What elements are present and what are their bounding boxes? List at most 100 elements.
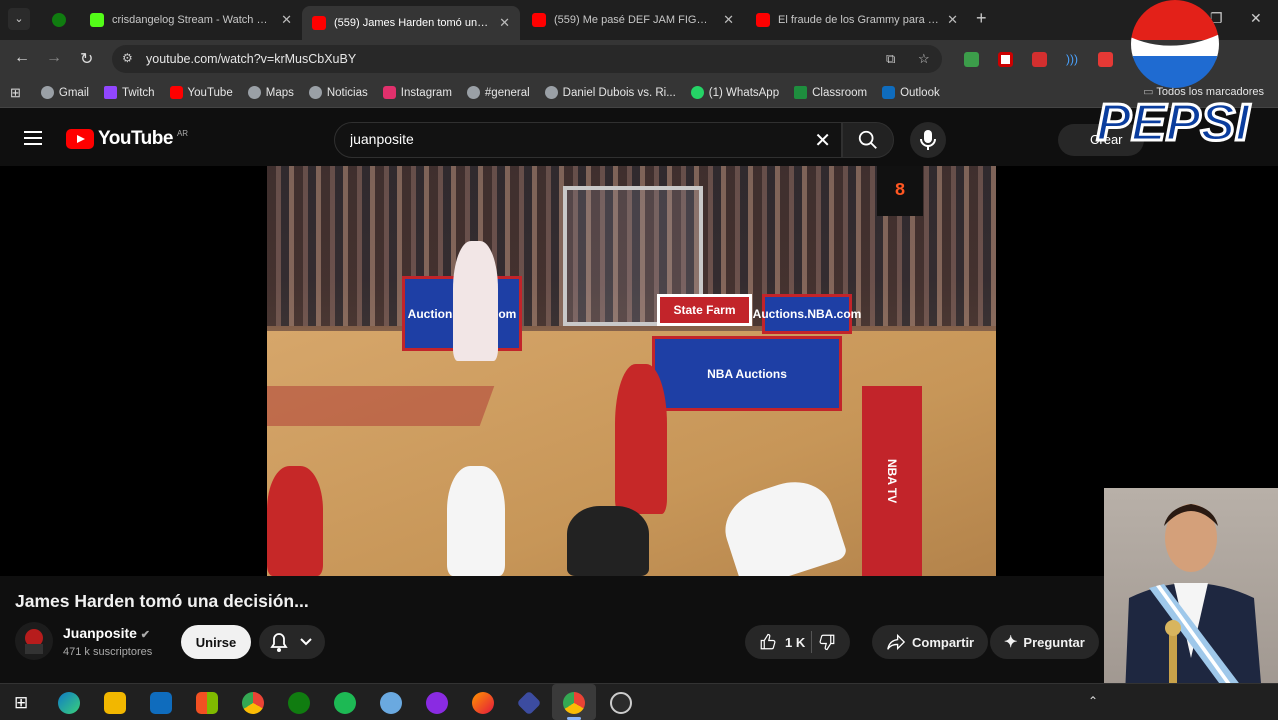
bookmark-label: #general bbox=[484, 86, 530, 99]
search-input[interactable] bbox=[350, 131, 790, 147]
tab-xbox-pinned[interactable] bbox=[44, 6, 74, 34]
instagram-icon bbox=[382, 86, 396, 99]
forward-icon[interactable]: → bbox=[46, 49, 62, 67]
like-button[interactable]: 1 K bbox=[759, 633, 805, 651]
bookmark-dubois[interactable]: Daniel Dubois vs. Ri... bbox=[544, 86, 676, 99]
voice-search-button[interactable] bbox=[910, 122, 946, 158]
bookmark-label: Classroom bbox=[812, 86, 868, 99]
new-tab-button[interactable]: + bbox=[976, 8, 987, 29]
show-hidden-icons-chevron-icon[interactable]: ⌃ bbox=[1088, 694, 1098, 708]
reload-icon[interactable]: ↻ bbox=[80, 49, 93, 69]
search-button[interactable] bbox=[842, 122, 894, 158]
extension-icon[interactable] bbox=[964, 52, 979, 67]
bookmark-label: Outlook bbox=[900, 86, 940, 99]
tab-title: El fraude de los Grammy para v... bbox=[778, 14, 940, 26]
address-bar[interactable]: ⚙ youtube.com/watch?v=krMusCbXuBY ⧉ ☆ bbox=[112, 45, 942, 73]
extension-icon[interactable] bbox=[998, 52, 1013, 67]
chrome-icon[interactable] bbox=[563, 692, 585, 714]
bookmark-whatsapp[interactable]: (1) WhatsApp bbox=[690, 86, 779, 99]
windows-start-icon[interactable]: ⊞ bbox=[14, 693, 28, 713]
app-icon[interactable] bbox=[516, 690, 542, 716]
video-player[interactable]: Auctions.NBA.com State Farm Auctions.NBA… bbox=[0, 166, 1278, 576]
like-count: 1 K bbox=[785, 634, 806, 650]
ad-board-image: State Farm bbox=[657, 294, 752, 326]
channel-name[interactable]: Juanposite bbox=[63, 625, 137, 641]
video-frame[interactable]: Auctions.NBA.com State Farm Auctions.NBA… bbox=[267, 166, 996, 576]
share-label: Compartir bbox=[912, 634, 975, 650]
xbox-icon bbox=[52, 13, 66, 27]
channel-avatar[interactable] bbox=[15, 622, 53, 660]
bookmark-noticias[interactable]: Noticias bbox=[308, 86, 368, 99]
kick-icon bbox=[90, 13, 104, 27]
bookmark-classroom[interactable]: Classroom bbox=[794, 86, 867, 99]
share-icon bbox=[887, 633, 906, 651]
firefox-icon[interactable] bbox=[472, 692, 494, 714]
chrome-icon[interactable] bbox=[242, 692, 264, 714]
app-icon[interactable] bbox=[380, 692, 402, 714]
bookmark-label: Instagram bbox=[400, 86, 452, 99]
globe-icon bbox=[466, 86, 480, 99]
ask-button[interactable]: ✦ Preguntar bbox=[990, 625, 1099, 659]
sparkle-icon: ✦ bbox=[1004, 634, 1018, 651]
bookmark-label: YouTube bbox=[187, 86, 233, 99]
spotify-icon[interactable] bbox=[334, 692, 356, 714]
app-icon[interactable] bbox=[426, 692, 448, 714]
bookmark-gmail[interactable]: Gmail bbox=[40, 86, 89, 99]
globe-icon bbox=[544, 86, 558, 99]
clear-search-icon[interactable]: ✕ bbox=[814, 128, 831, 153]
url-text[interactable]: youtube.com/watch?v=krMusCbXuBY bbox=[146, 52, 356, 66]
youtube-logo[interactable]: YouTube AR bbox=[66, 128, 188, 150]
close-tab-icon[interactable]: ✕ bbox=[723, 12, 734, 28]
store-icon[interactable] bbox=[196, 692, 218, 714]
tab-title: (559) Me pasé DEF JAM FIGHT ... bbox=[554, 14, 716, 26]
close-tab-icon[interactable]: ✕ bbox=[499, 15, 510, 31]
bookmark-maps[interactable]: Maps bbox=[247, 86, 294, 99]
tab-youtube-grammy[interactable]: El fraude de los Grammy para v... ✕ bbox=[746, 6, 968, 34]
video-title: James Harden tomó una decisión... bbox=[15, 591, 309, 611]
edge-icon[interactable] bbox=[58, 692, 80, 714]
share-button[interactable]: Compartir bbox=[872, 625, 989, 659]
ad-text: State Farm bbox=[673, 303, 736, 317]
back-icon[interactable]: ← bbox=[14, 49, 30, 67]
tab-search-button[interactable]: ⌄ bbox=[8, 8, 30, 30]
bell-icon bbox=[270, 633, 312, 652]
bookmark-label: Noticias bbox=[326, 86, 368, 99]
bookmark-label: Maps bbox=[265, 86, 294, 99]
referee-image bbox=[567, 506, 649, 576]
obs-icon[interactable] bbox=[610, 692, 632, 714]
join-button[interactable]: Unirse bbox=[181, 625, 251, 659]
like-dislike-group: 1 K bbox=[745, 625, 851, 659]
apps-grid-icon[interactable]: ⊞ bbox=[10, 85, 21, 101]
search-box[interactable]: ✕ bbox=[334, 122, 842, 158]
thumbs-down-icon[interactable] bbox=[818, 633, 836, 651]
channel-name-row[interactable]: Juanposite ✔ bbox=[63, 625, 150, 641]
bookmark-instagram[interactable]: Instagram bbox=[382, 86, 452, 99]
mail-icon[interactable] bbox=[150, 692, 172, 714]
install-app-icon[interactable]: ⧉ bbox=[886, 51, 895, 67]
subscriber-count: 471 k suscriptores bbox=[63, 646, 153, 658]
country-code: AR bbox=[176, 128, 189, 138]
tab-kick-stream[interactable]: crisdangelog Stream - Watch Li... ✕ bbox=[80, 6, 302, 34]
search-icon bbox=[858, 130, 877, 149]
close-tab-icon[interactable]: ✕ bbox=[281, 12, 292, 28]
windows-taskbar: ⊞ ⌃ bbox=[0, 683, 1278, 720]
bookmark-twitch[interactable]: Twitch bbox=[103, 86, 155, 99]
subscribed-notifications-button[interactable] bbox=[259, 625, 325, 659]
bookmark-outlook[interactable]: Outlook bbox=[882, 86, 940, 99]
youtube-play-icon bbox=[66, 129, 94, 149]
menu-icon[interactable] bbox=[24, 131, 42, 145]
bookmark-youtube[interactable]: YouTube bbox=[169, 86, 233, 99]
bookmark-star-icon[interactable]: ☆ bbox=[918, 51, 930, 67]
site-info-icon[interactable]: ⚙ bbox=[122, 51, 133, 65]
bookmark-general[interactable]: #general bbox=[466, 86, 530, 99]
tab-youtube-defjam[interactable]: (559) Me pasé DEF JAM FIGHT ... ✕ bbox=[522, 6, 744, 34]
close-tab-icon[interactable]: ✕ bbox=[947, 12, 958, 28]
globe-icon bbox=[40, 86, 54, 99]
globe-icon bbox=[308, 86, 322, 99]
tab-youtube-harden[interactable]: (559) James Harden tomó una ... ✕ bbox=[302, 6, 520, 40]
xbox-icon[interactable] bbox=[288, 692, 310, 714]
pepsi-logo-overlay: PEPSI bbox=[1095, 0, 1253, 152]
like-divider bbox=[811, 631, 813, 653]
extension-icon[interactable] bbox=[1032, 52, 1047, 67]
file-explorer-icon[interactable] bbox=[104, 692, 126, 714]
